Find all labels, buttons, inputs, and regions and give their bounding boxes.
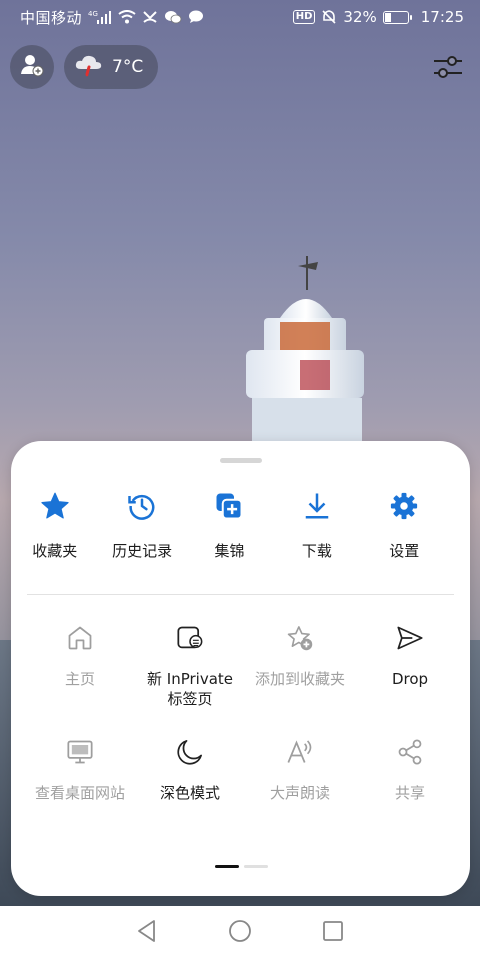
favorites-label: 收藏夹 [32, 542, 78, 560]
moon-icon [173, 735, 207, 769]
history-icon [125, 489, 159, 523]
profile-button[interactable] [10, 45, 54, 89]
menu-grid: 主页 新 InPrivate 标签页 添加到收藏夹 Drop 查看桌面网站 深色… [25, 621, 465, 803]
weather-widget[interactable]: 7°C [64, 45, 158, 89]
read-aloud-button[interactable]: 大声朗读 [245, 735, 355, 803]
wifi-icon [118, 10, 136, 24]
settings-button[interactable]: 设置 [361, 489, 448, 561]
sheet-drag-handle[interactable] [219, 458, 262, 463]
add-to-favorites-button[interactable]: 添加到收藏夹 [245, 621, 355, 709]
page-dot[interactable] [243, 865, 268, 868]
hd-voice-badge: HD [292, 10, 316, 24]
message-icon [188, 10, 204, 24]
quick-actions-row: 收藏夹 历史记录 集锦 下载 设置 [11, 489, 470, 561]
carrier-name: 中国移动 [20, 8, 83, 27]
customize-button[interactable] [432, 52, 464, 82]
share-label: 共享 [394, 784, 425, 802]
battery-percent: 32% [343, 8, 377, 26]
back-triangle-icon [136, 919, 158, 947]
star-add-icon [283, 621, 317, 655]
dark-mode-button[interactable]: 深色模式 [135, 735, 245, 803]
battery-icon [382, 10, 412, 24]
status-bar: 中国移动 4G HD 32% 17:25 [0, 0, 480, 34]
mute-bell-icon [321, 9, 337, 25]
new-inprivate-tab-label-line1: 新 InPrivate [147, 670, 233, 688]
menu-row: 主页 新 InPrivate 标签页 添加到收藏夹 Drop [25, 621, 465, 709]
browser-menu-sheet: 收藏夹 历史记录 集锦 下载 设置 主页 新 InPrivate 标签页 添加到… [11, 441, 470, 896]
collections-button[interactable]: 集锦 [186, 489, 273, 561]
home-circle-icon [228, 919, 252, 947]
downloads-label: 下载 [301, 542, 332, 560]
dark-mode-label: 深色模式 [159, 784, 220, 802]
settings-label: 设置 [389, 542, 420, 560]
add-to-favorites-label: 添加到收藏夹 [254, 670, 345, 688]
inprivate-tab-icon [173, 621, 207, 655]
recents-button[interactable] [318, 918, 348, 948]
history-button[interactable]: 历史记录 [98, 489, 185, 561]
sliders-icon [432, 56, 464, 86]
page-dot-active[interactable] [214, 865, 239, 868]
gear-icon [387, 489, 421, 523]
home-nav-button[interactable] [225, 918, 255, 948]
home-button[interactable]: 主页 [25, 621, 135, 709]
temperature-text: 7°C [112, 57, 144, 77]
clock: 17:25 [420, 8, 464, 26]
desktop-icon [63, 735, 97, 769]
svg-text:4G: 4G [88, 10, 98, 18]
add-user-icon [20, 53, 44, 81]
favorites-button[interactable]: 收藏夹 [11, 489, 98, 561]
home-icon [63, 621, 97, 655]
menu-divider [27, 594, 454, 595]
drop-button[interactable]: Drop [355, 621, 465, 709]
home-label: 主页 [64, 670, 95, 688]
history-label: 历史记录 [112, 542, 173, 560]
share-button[interactable]: 共享 [355, 735, 465, 803]
download-icon [300, 489, 334, 523]
send-icon [393, 621, 427, 655]
recents-square-icon [322, 920, 344, 946]
new-inprivate-tab-label-line2: 标签页 [167, 690, 213, 708]
system-nav-bar [0, 906, 480, 960]
read-aloud-icon [283, 735, 317, 769]
missed-call-icon [142, 10, 158, 24]
cellular-signal-icon: 4G [88, 9, 112, 25]
star-icon [38, 489, 72, 523]
drop-label: Drop [391, 670, 429, 688]
read-aloud-label: 大声朗读 [269, 784, 330, 802]
collections-label: 集锦 [214, 542, 245, 560]
page-indicator [214, 865, 268, 868]
share-icon [393, 735, 427, 769]
lighthouse-illustration [246, 256, 364, 458]
downloads-button[interactable]: 下载 [273, 489, 360, 561]
back-button[interactable] [132, 918, 162, 948]
desktop-site-label: 查看桌面网站 [34, 784, 125, 802]
menu-row: 查看桌面网站 深色模式 大声朗读 共享 [25, 735, 465, 803]
desktop-site-button[interactable]: 查看桌面网站 [25, 735, 135, 803]
collections-icon [212, 489, 246, 523]
new-inprivate-tab-button[interactable]: 新 InPrivate 标签页 [135, 621, 245, 709]
cloud-rain-icon [74, 53, 104, 82]
new-inprivate-tab-label: 新 InPrivate 标签页 [147, 669, 233, 709]
wechat-icon [164, 10, 182, 24]
